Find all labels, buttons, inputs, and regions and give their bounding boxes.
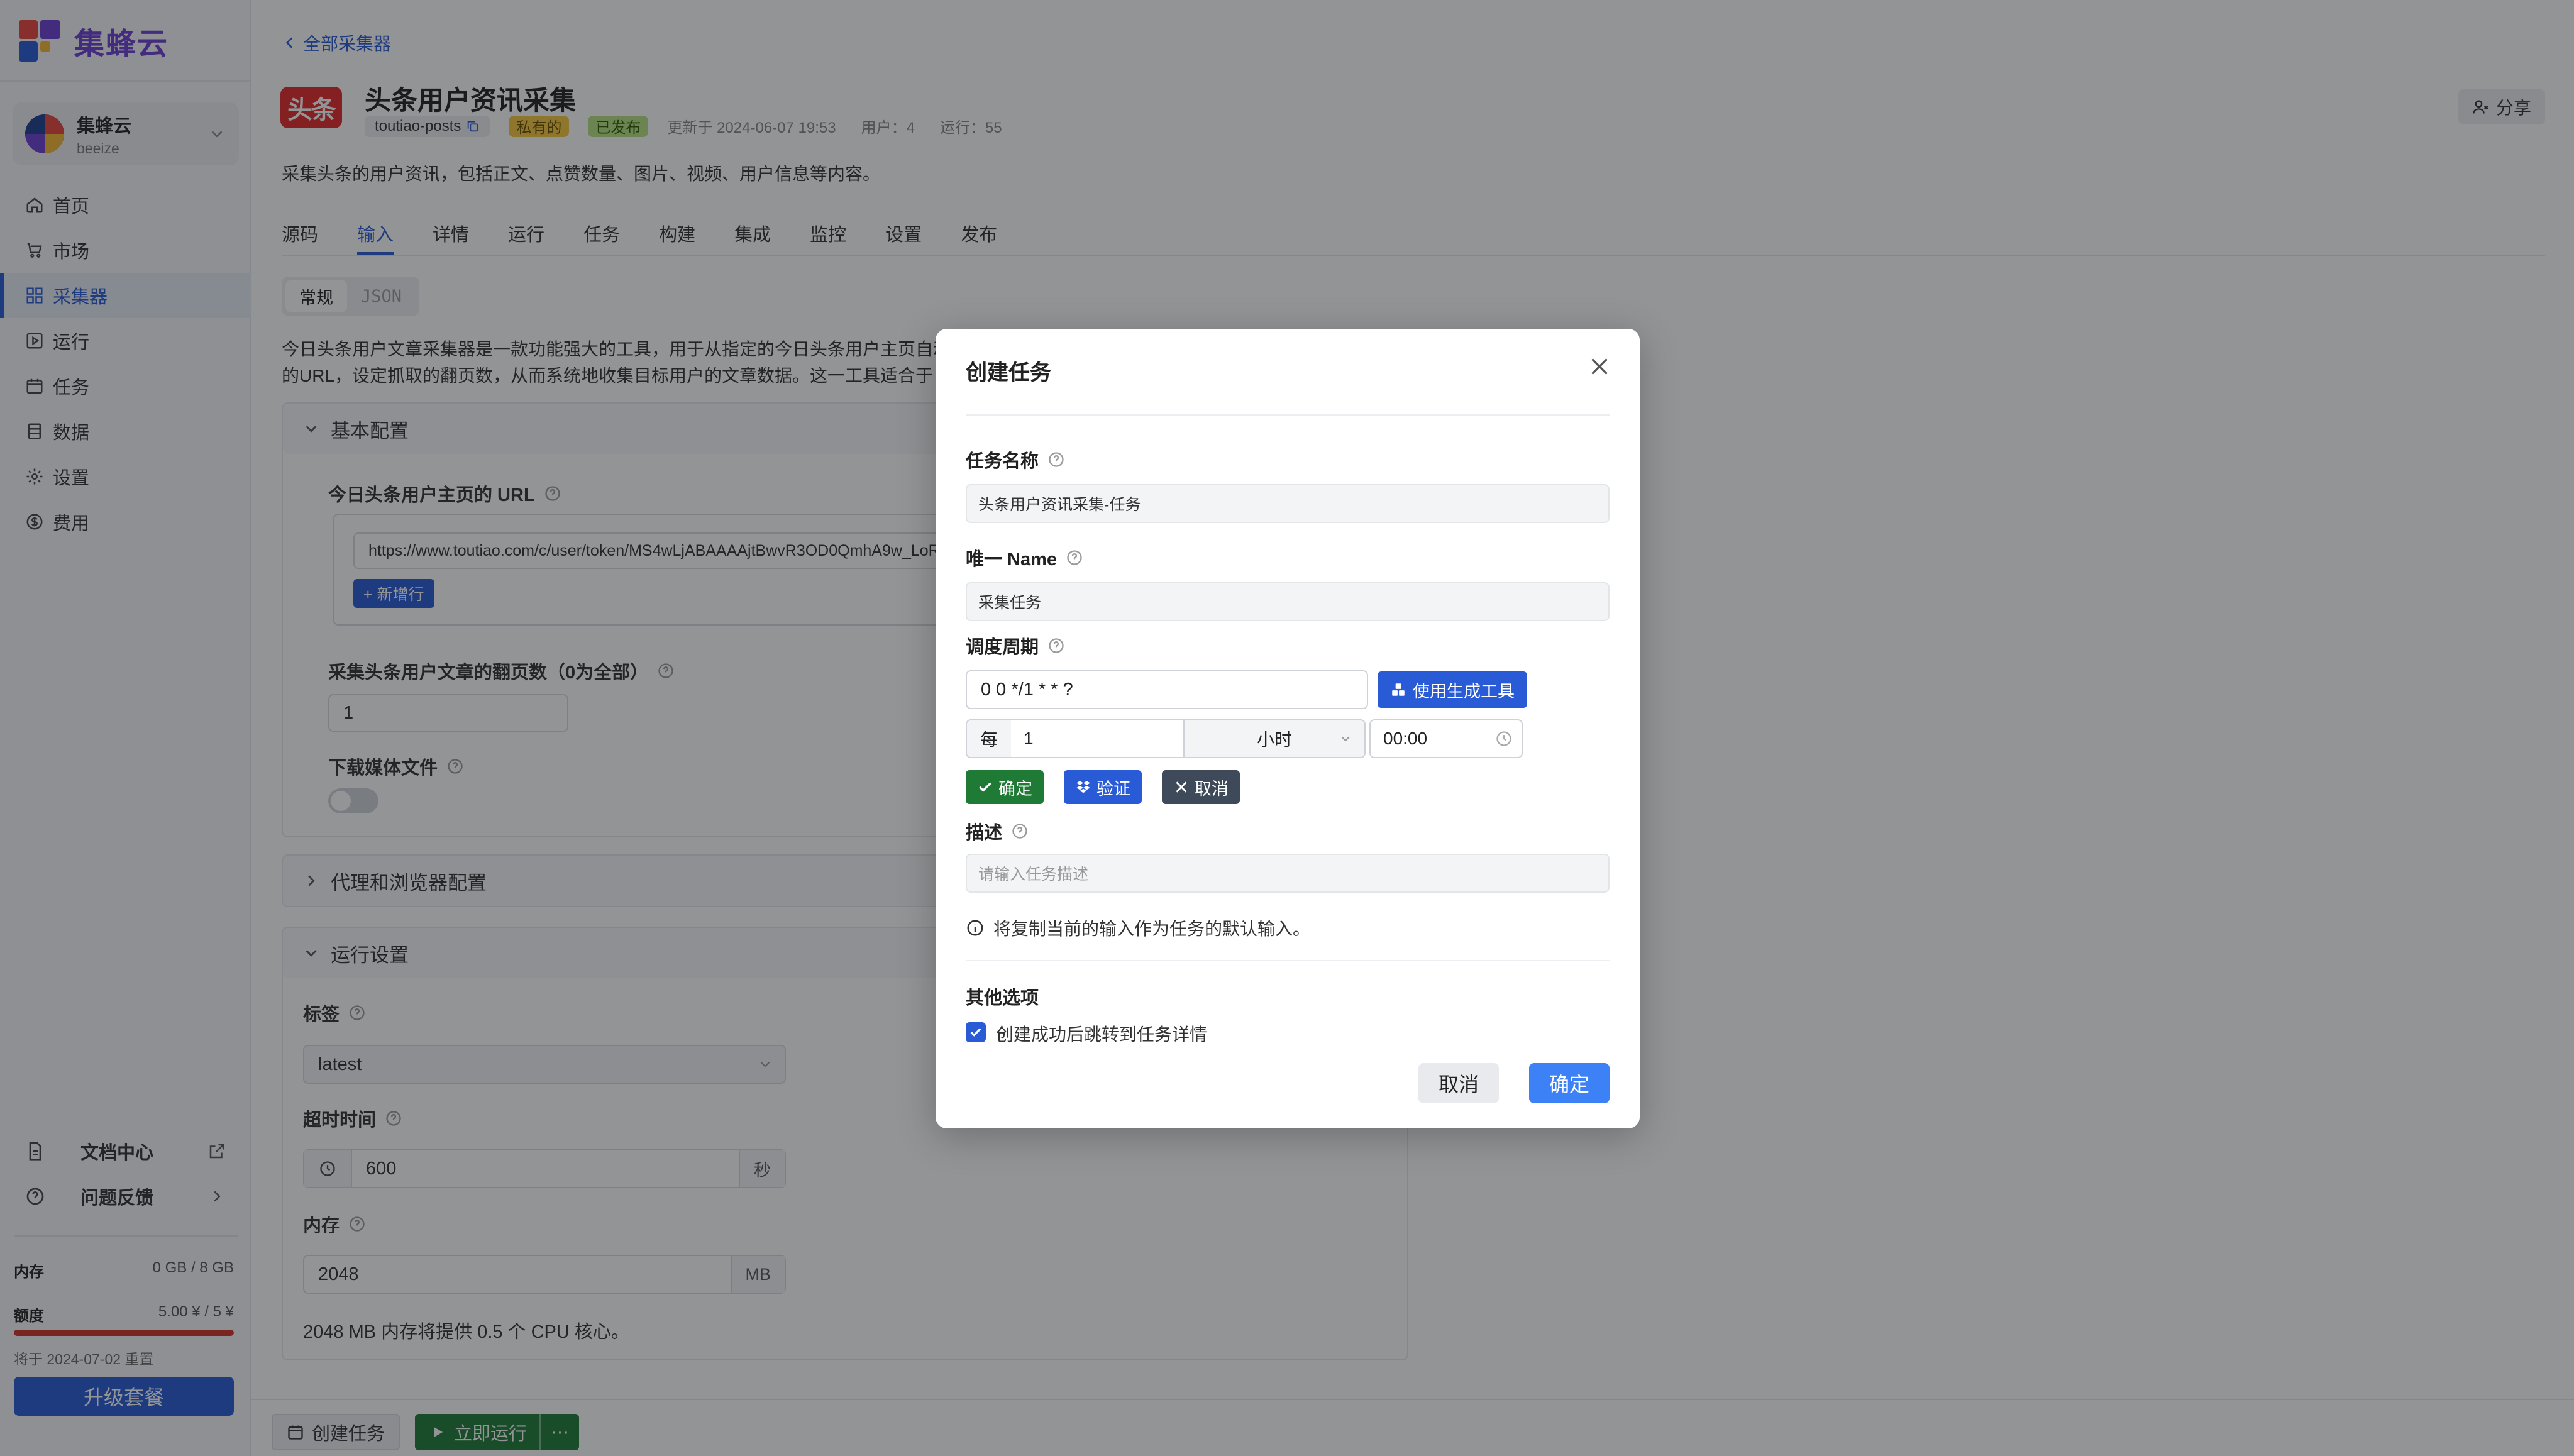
cron-input[interactable]: 0 0 */1 * * ? xyxy=(966,670,1368,709)
close-icon xyxy=(1176,781,1187,793)
every-prefix: 每 xyxy=(966,719,1012,758)
help-icon[interactable] xyxy=(1047,637,1065,654)
cron-verify-label: 验证 xyxy=(1096,779,1130,798)
dialog-cancel-button[interactable]: 取消 xyxy=(1418,1063,1499,1103)
cron-generator-button[interactable]: 使用生成工具 xyxy=(1378,671,1527,708)
cron-verify-button[interactable]: 验证 xyxy=(1064,770,1142,804)
default-input-note: 将复制当前的输入作为任务的默认输入。 xyxy=(966,915,1310,940)
jump-to-task-label[interactable]: 创建成功后跳转到任务详情 xyxy=(996,1021,1207,1046)
description-label-text: 描述 xyxy=(966,823,1003,843)
time-value: 00:00 xyxy=(1383,729,1428,748)
cron-generator-label: 使用生成工具 xyxy=(1413,681,1515,701)
unique-name-input[interactable]: 采集任务 xyxy=(966,582,1610,621)
cron-confirm-label: 确定 xyxy=(998,779,1032,798)
dropbox-icon xyxy=(1076,781,1090,793)
help-icon[interactable] xyxy=(1011,822,1029,840)
chevron-down-icon xyxy=(1341,736,1350,742)
other-options-label: 其他选项 xyxy=(966,988,1039,1008)
unique-name-label: 唯一 Name xyxy=(966,544,1083,571)
clock-icon xyxy=(1496,731,1511,746)
create-task-dialog: 创建任务 任务名称 头条用户资讯采集-任务 唯一 Name 采集任务 调度周期 … xyxy=(936,329,1640,1128)
description-label: 描述 xyxy=(966,818,1029,844)
every-unit-select[interactable]: 小时 xyxy=(1183,719,1366,758)
time-input[interactable]: 00:00 xyxy=(1369,719,1523,758)
dialog-confirm-button[interactable]: 确定 xyxy=(1529,1063,1610,1103)
close-icon[interactable] xyxy=(1587,354,1612,379)
description-input[interactable]: 请输入任务描述 xyxy=(966,854,1610,893)
jump-to-task-checkbox[interactable] xyxy=(966,1022,986,1042)
unique-name-label-text: 唯一 Name xyxy=(966,549,1058,570)
task-name-label: 任务名称 xyxy=(966,446,1065,473)
default-input-note-text: 将复制当前的输入作为任务的默认输入。 xyxy=(993,919,1311,939)
schedule-label-text: 调度周期 xyxy=(966,637,1039,658)
cron-cancel-label: 取消 xyxy=(1195,779,1229,798)
every-interval-input[interactable]: 1 xyxy=(1011,719,1185,758)
divider xyxy=(966,960,1610,961)
cron-confirm-button[interactable]: 确定 xyxy=(966,770,1044,804)
help-icon[interactable] xyxy=(1047,451,1065,468)
cubes-icon xyxy=(1392,683,1405,696)
every-unit-value: 小时 xyxy=(1256,730,1292,749)
check-icon xyxy=(970,1028,981,1037)
task-name-label-text: 任务名称 xyxy=(966,451,1039,472)
cron-cancel-button[interactable]: 取消 xyxy=(1162,770,1240,804)
task-name-input[interactable]: 头条用户资讯采集-任务 xyxy=(966,484,1610,523)
help-icon[interactable] xyxy=(1066,549,1083,566)
info-icon xyxy=(967,920,983,936)
schedule-label: 调度周期 xyxy=(966,632,1065,659)
divider xyxy=(966,414,1610,416)
check-icon xyxy=(979,782,991,792)
dialog-title: 创建任务 xyxy=(966,361,1051,385)
